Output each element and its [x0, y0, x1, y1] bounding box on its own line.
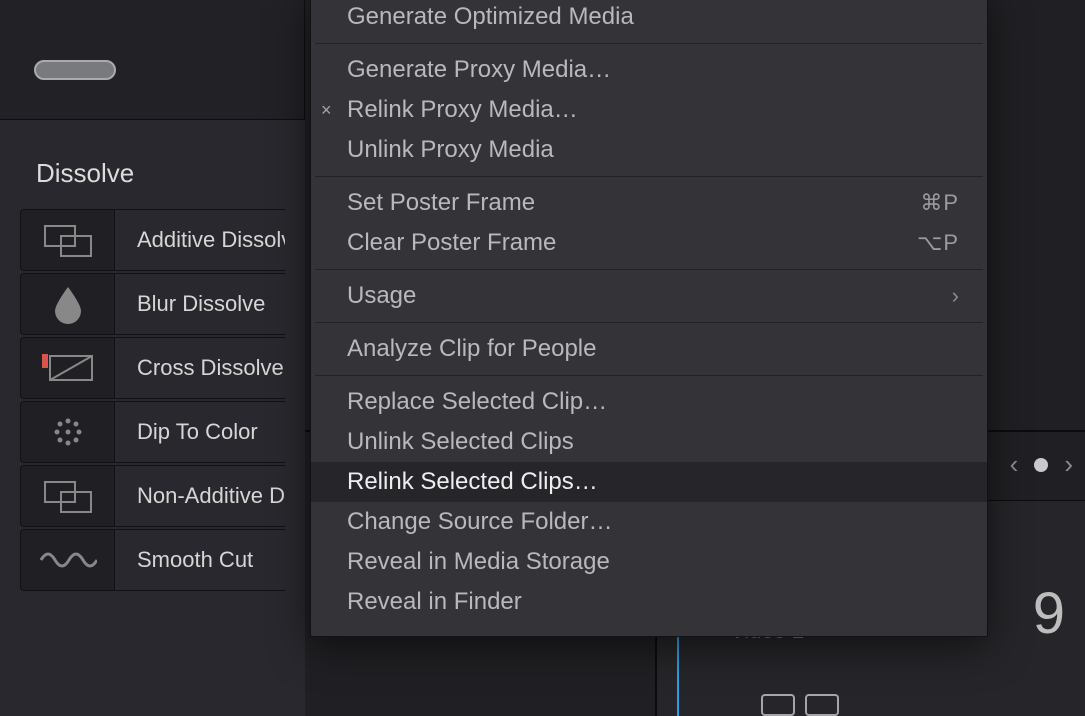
transition-label: Additive Dissolve [115, 209, 285, 271]
transitions-sidebar: Dissolve Additive Dissolve Blur Dissolve [0, 120, 305, 716]
menu-item[interactable]: Reveal in Media Storage [311, 542, 987, 582]
menu-separator [315, 269, 983, 270]
transition-dip-to-color[interactable]: Dip To Color [0, 401, 305, 463]
transition-label: Dip To Color [115, 401, 285, 463]
context-menu: Generate Optimized Media Generate Proxy M… [310, 0, 988, 637]
menu-item[interactable]: Usage › [311, 276, 987, 316]
transition-label: Cross Dissolve [115, 337, 285, 399]
page-dot[interactable] [1034, 458, 1048, 472]
transition-non-additive-dissolve[interactable]: Non-Additive Dissolve [0, 465, 305, 527]
menu-item[interactable]: Change Source Folder… [311, 502, 987, 542]
menu-item-label: Analyze Clip for People [347, 335, 596, 363]
close-icon: × [321, 100, 332, 121]
chevron-right-icon[interactable]: › [1064, 449, 1073, 480]
wave-icon [20, 529, 115, 591]
sidebar-header: Dissolve [0, 150, 305, 207]
menu-item-label: Generate Optimized Media [347, 3, 634, 31]
transition-smooth-cut[interactable]: Smooth Cut [0, 529, 305, 591]
drop-icon [20, 273, 115, 335]
menu-item-label: Reveal in Media Storage [347, 548, 610, 576]
menu-item[interactable]: Relink Selected Clips… [311, 462, 987, 502]
transition-label: Non-Additive Dissolve [115, 465, 285, 527]
menu-item-label: Clear Poster Frame [347, 229, 556, 257]
transition-cross-dissolve[interactable]: Cross Dissolve [0, 337, 305, 399]
overlap-icon [20, 209, 115, 271]
bottom-icons [761, 694, 839, 716]
transition-label: Blur Dissolve [115, 273, 285, 335]
menu-item-label: Generate Proxy Media… [347, 56, 611, 84]
menu-item[interactable]: Generate Optimized Media [311, 0, 987, 37]
menu-item-label: Replace Selected Clip… [347, 388, 607, 416]
menu-item-label: Set Poster Frame [347, 189, 535, 217]
menu-item-label: Unlink Proxy Media [347, 136, 554, 164]
menu-item-label: Change Source Folder… [347, 508, 612, 536]
dots-icon [20, 401, 115, 463]
toggle-box-icon[interactable] [761, 694, 795, 716]
chevron-left-icon[interactable]: ‹ [1010, 449, 1019, 480]
toggle-box-icon[interactable] [805, 694, 839, 716]
menu-shortcut: ⌥P [917, 230, 959, 256]
menu-item[interactable]: Analyze Clip for People [311, 329, 987, 369]
menu-separator [315, 176, 983, 177]
transition-additive-dissolve[interactable]: Additive Dissolve [0, 209, 305, 271]
cross-dissolve-icon [20, 337, 115, 399]
menu-item[interactable]: Reveal in Finder [311, 582, 987, 622]
menu-shortcut: ⌘P [920, 190, 959, 216]
top-panel [0, 0, 305, 120]
menu-item-label: Usage [347, 282, 416, 310]
menu-item[interactable]: Generate Proxy Media… [311, 50, 987, 90]
menu-item-label: Relink Selected Clips… [347, 468, 598, 496]
menu-separator [315, 43, 983, 44]
menu-item-label: Relink Proxy Media… [347, 96, 578, 124]
menu-item[interactable]: Set Poster Frame ⌘P [311, 183, 987, 223]
menu-separator [315, 375, 983, 376]
menu-item-label: Unlink Selected Clips [347, 428, 574, 456]
menu-separator [315, 322, 983, 323]
menu-item[interactable]: Clear Poster Frame ⌥P [311, 223, 987, 263]
page-controls: ‹ › [1010, 449, 1073, 480]
menu-item-label: Reveal in Finder [347, 588, 522, 616]
menu-item[interactable]: Unlink Proxy Media [311, 130, 987, 170]
overlap-icon [20, 465, 115, 527]
timecode-fragment: 9 [1033, 580, 1065, 647]
transition-blur-dissolve[interactable]: Blur Dissolve [0, 273, 305, 335]
menu-item[interactable]: Unlink Selected Clips [311, 422, 987, 462]
transition-label: Smooth Cut [115, 529, 285, 591]
menu-item[interactable]: × Relink Proxy Media… [311, 90, 987, 130]
chevron-right-icon: › [952, 283, 959, 309]
menu-item[interactable]: Replace Selected Clip… [311, 382, 987, 422]
scrub-pill[interactable] [34, 60, 116, 80]
